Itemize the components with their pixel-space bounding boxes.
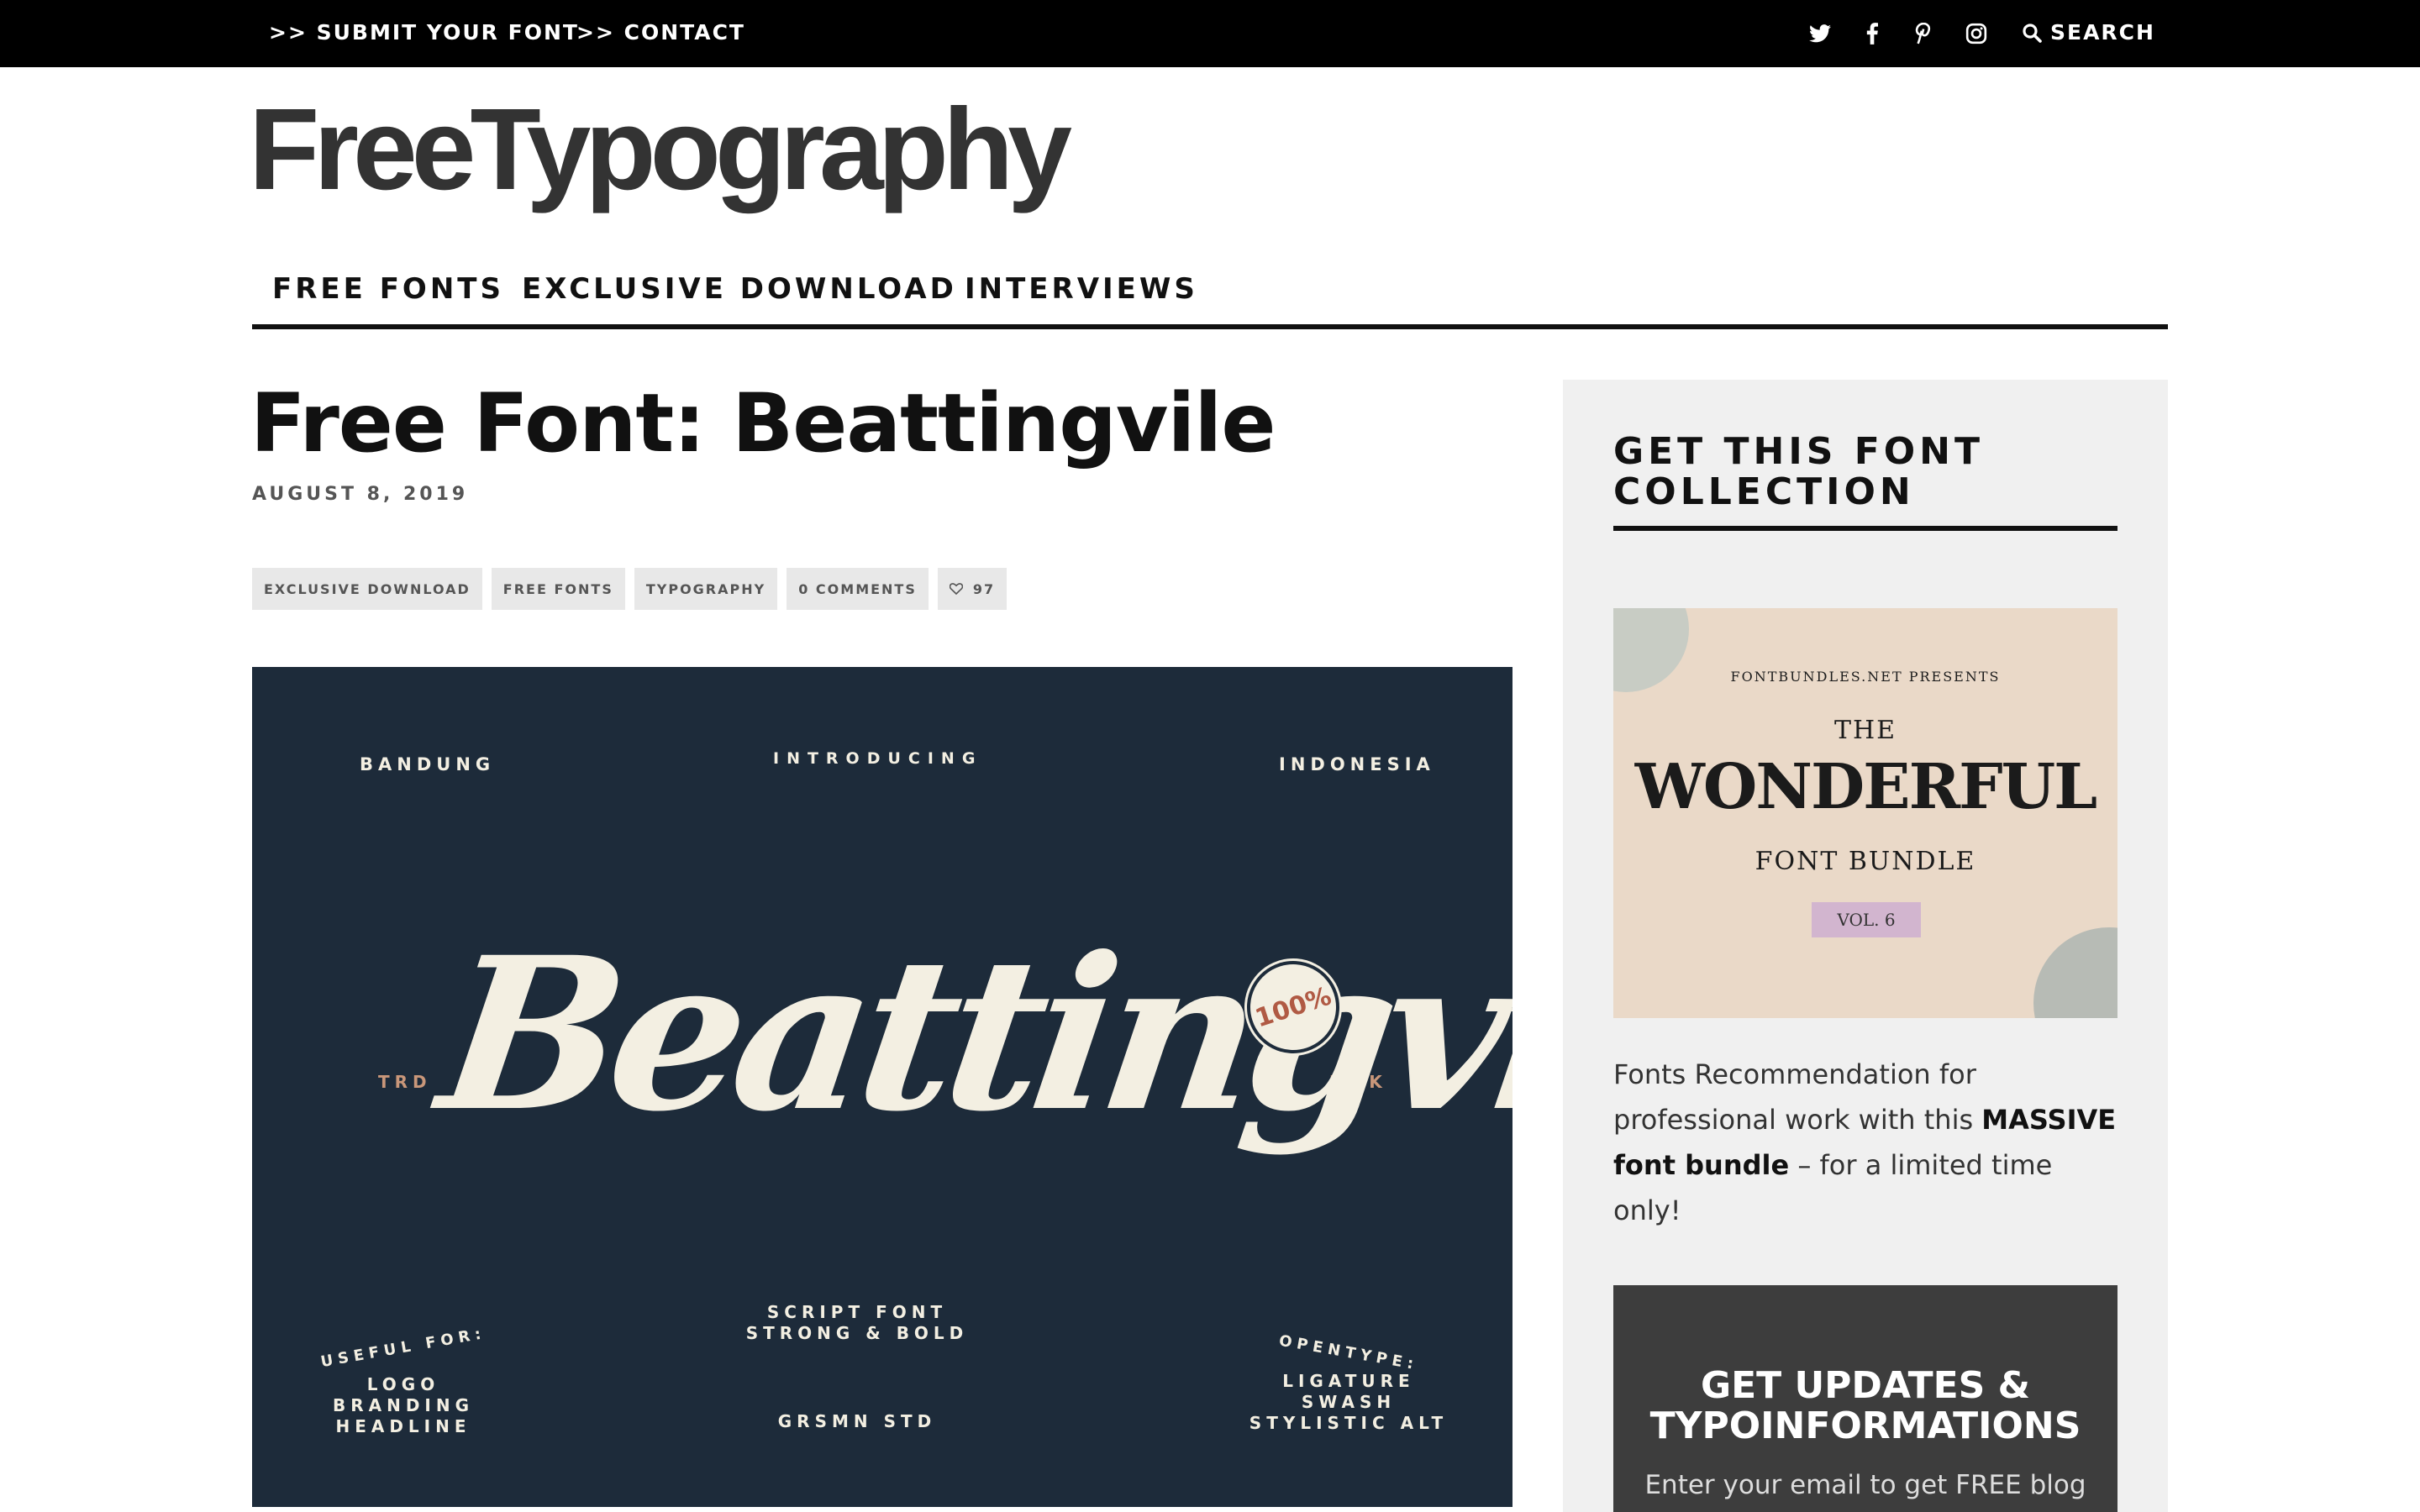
contact-link[interactable]: >> CONTACT: [576, 20, 745, 45]
sidebar-description: Fonts Recommendation for professional wo…: [1613, 1058, 2117, 1226]
newsletter-heading: GET UPDATES & TYPOINFORMATIONS: [1649, 1364, 2081, 1447]
featured-image[interactable]: BANDUNG INTRODUCING INDONESIA TRD MRK Be…: [252, 667, 1512, 1507]
hero-bottom-right-list: LIGATURE SWASH STYLISTIC ALT: [1249, 1371, 1449, 1433]
like-button[interactable]: 97: [937, 568, 1007, 610]
banner-volume: VOL. 6: [1812, 902, 1921, 937]
hero-top-center: INTRODUCING: [773, 749, 983, 768]
sidebar: GET THIS FONT COLLECTION FONTBUNDLES.NET…: [1563, 380, 2168, 1512]
site-logo[interactable]: FreeTypography: [249, 91, 1072, 208]
hero-bottom-center-footer: GRSMN STD: [777, 1411, 937, 1431]
banner-subtitle: FONT BUNDLE: [1754, 847, 1976, 876]
twitter-icon[interactable]: [1803, 17, 1837, 50]
comments-count[interactable]: 0 COMMENTS: [786, 568, 929, 610]
search-label: SEARCH: [2050, 20, 2155, 45]
newsletter-box: GET UPDATES & TYPOINFORMATIONS Enter you…: [1613, 1285, 2118, 1512]
search-icon: [2023, 23, 2042, 43]
top-bar: >> SUBMIT YOUR FONT >> CONTACT SEARCH: [0, 0, 2420, 67]
font-bundle-banner[interactable]: FONTBUNDLES.NET PRESENTS THE WONDERFUL F…: [1613, 608, 2118, 1018]
hero-top-right: INDONESIA: [1279, 754, 1435, 774]
tag-exclusive-download[interactable]: EXCLUSIVE DOWNLOAD: [252, 568, 482, 610]
nav-item-free-fonts[interactable]: FREE FONTS: [272, 272, 504, 306]
banner-title: WONDERFUL: [1634, 751, 2097, 823]
instagram-icon[interactable]: [1960, 17, 1993, 50]
heart-icon: [949, 583, 963, 595]
newsletter-text: Enter your email to get FREE blog: [1644, 1470, 2086, 1500]
pinterest-icon[interactable]: [1906, 17, 1939, 50]
post-tags: EXCLUSIVE DOWNLOAD FREE FONTS TYPOGRAPHY…: [252, 568, 1007, 610]
sidebar-divider: [1613, 526, 2118, 531]
banner-the: THE: [1833, 716, 1897, 745]
plate-decoration: [2033, 927, 2118, 1018]
font-showcase-script: Beattingvile: [428, 911, 1512, 1158]
page-title: Free Font: Beattingvile: [250, 376, 1276, 470]
tag-typography[interactable]: TYPOGRAPHY: [634, 568, 778, 610]
like-count: 97: [972, 580, 996, 597]
nav-item-interviews[interactable]: INTERVIEWS: [965, 272, 1198, 306]
main-nav: FREE FONTS EXCLUSIVE DOWNLOAD INTERVIEWS: [252, 259, 2168, 329]
post-date: AUGUST 8, 2019: [252, 484, 469, 505]
facebook-icon[interactable]: [1855, 17, 1889, 50]
hero-bottom-left-list: LOGO BRANDING HEADLINE: [332, 1374, 475, 1436]
hero-bottom-center-list: SCRIPT FONT STRONG & BOLD: [745, 1302, 969, 1343]
submit-font-link[interactable]: >> SUBMIT YOUR FONT: [269, 20, 579, 45]
sidebar-heading: GET THIS FONT COLLECTION: [1613, 430, 1985, 513]
nav-item-exclusive-download[interactable]: EXCLUSIVE DOWNLOAD: [522, 272, 957, 306]
hero-top-left: BANDUNG: [360, 754, 496, 774]
search-button[interactable]: SEARCH: [2022, 20, 2155, 45]
hero-side-left: TRD: [378, 1072, 432, 1092]
hero-bottom-left-title: USEFUL FOR:: [319, 1324, 487, 1372]
tag-free-fonts[interactable]: FREE FONTS: [491, 568, 625, 610]
banner-presents: FONTBUNDLES.NET PRESENTS: [1730, 669, 2001, 685]
